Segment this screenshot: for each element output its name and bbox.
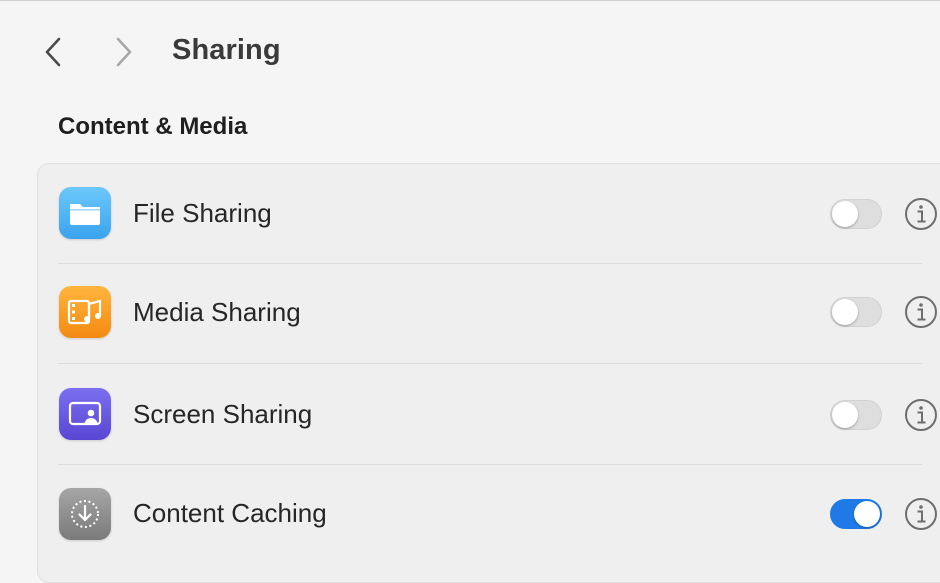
- list-row-file-sharing: File Sharing: [58, 164, 937, 264]
- row-label: Content Caching: [133, 498, 327, 528]
- screen-sharing-toggle[interactable]: [830, 400, 882, 430]
- sharing-list: File Sharing Media Sharing Screen Sharin…: [37, 163, 940, 583]
- file-sharing-toggle[interactable]: [830, 199, 882, 229]
- screen-share-icon: [59, 388, 111, 440]
- info-icon: [905, 296, 937, 328]
- info-icon: [905, 498, 937, 530]
- folder-icon: [59, 187, 111, 239]
- row-label: Screen Sharing: [133, 399, 313, 429]
- info-icon: [905, 198, 937, 230]
- forward-button[interactable]: [106, 34, 142, 70]
- media-sharing-info-button[interactable]: [904, 295, 938, 329]
- file-sharing-info-button[interactable]: [904, 197, 938, 231]
- media-sharing-toggle[interactable]: [830, 297, 882, 327]
- info-icon: [905, 399, 937, 431]
- content-caching-info-button[interactable]: [904, 497, 938, 531]
- back-button[interactable]: [35, 34, 71, 70]
- list-row-media-sharing: Media Sharing: [58, 264, 937, 364]
- list-row-content-caching: Content Caching: [58, 465, 937, 565]
- row-label: Media Sharing: [133, 297, 301, 327]
- screen-sharing-info-button[interactable]: [904, 398, 938, 432]
- film-music-icon: [59, 286, 111, 338]
- chevron-left-icon: [45, 37, 61, 67]
- section-heading: Content & Media: [58, 113, 248, 140]
- download-circle-icon: [59, 488, 111, 540]
- chevron-right-icon: [116, 37, 132, 67]
- list-row-screen-sharing: Screen Sharing: [58, 364, 937, 464]
- page-title: Sharing: [172, 34, 281, 66]
- window-top-edge: [0, 0, 940, 1]
- row-label: File Sharing: [133, 198, 272, 228]
- content-caching-toggle[interactable]: [830, 499, 882, 529]
